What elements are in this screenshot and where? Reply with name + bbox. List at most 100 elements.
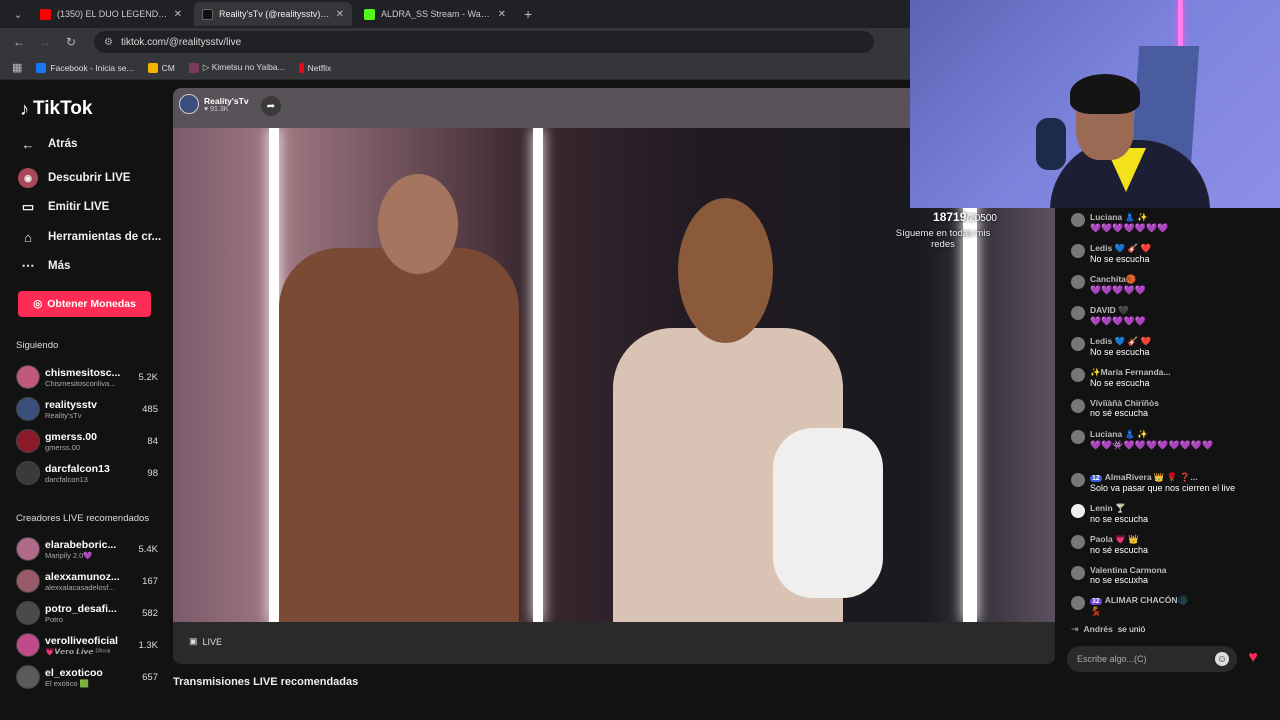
bookmark-facebook[interactable]: Facebook - Inicia se... <box>36 62 134 73</box>
sidebar-item-label: Herramientas de cr... <box>48 231 162 243</box>
chat-message: 32 ALIMAR CHACÓN🌑 💃 <box>1071 595 1267 617</box>
chat-avatar <box>1071 596 1085 610</box>
chat-user[interactable]: Vïviïàñà Chïrïñòs <box>1090 398 1159 408</box>
recommended-item[interactable]: el_exoticoo El exótico 🟩 657 <box>16 663 158 691</box>
coin-icon: ◎ <box>33 298 43 310</box>
following-item[interactable]: realitysstv Reality'sTv 485 <box>16 395 158 423</box>
chat-text: 💜💜💜💜💜💜💜 <box>1090 223 1169 233</box>
back-arrow-icon[interactable]: ← <box>12 35 26 49</box>
account-name: realitysstv <box>45 398 97 411</box>
site-info-icon[interactable]: ⚙ <box>104 37 113 48</box>
tiktok-logo[interactable]: ♪ TikTok <box>20 98 92 120</box>
bookmark-netflix[interactable]: Netflix <box>298 62 332 73</box>
get-coins-button[interactable]: ◎ Obtener Monedas <box>18 291 151 317</box>
joined-user[interactable]: Andrés <box>1084 624 1113 635</box>
browser-tab[interactable]: ALDRA_SS Stream - Watch Live ✕ <box>356 2 514 26</box>
youtube-icon <box>40 8 51 20</box>
recommended-item[interactable]: potro_desafi... Potro 582 <box>16 599 158 627</box>
chat-avatar <box>1071 368 1085 382</box>
chat-message: ✨María Fernanda... No se escucha <box>1071 367 1267 388</box>
recommended-item[interactable]: alexxamunoz... alexxalacasadelosf... 167 <box>16 567 158 595</box>
chat-user[interactable]: Lenin 🍸 <box>1090 503 1148 514</box>
chat-avatar <box>1071 504 1085 518</box>
avatar <box>16 537 40 561</box>
apps-grid-icon[interactable]: ▦ <box>12 61 22 74</box>
live-label: LIVE <box>202 636 223 647</box>
chat-user[interactable]: 12 AlmaRivera 👑 🌹 ❓... <box>1090 472 1235 483</box>
chat-user[interactable]: 32 ALIMAR CHACÓN🌑 <box>1090 595 1188 606</box>
following-title: Siguiendo <box>16 340 59 351</box>
tab-search-icon[interactable]: ⌄ <box>8 4 28 24</box>
close-icon[interactable]: ✕ <box>174 9 182 20</box>
avatar <box>16 601 40 625</box>
chat-avatar <box>1071 535 1085 549</box>
sidebar-item-discover-live[interactable]: ◉ Descubrir LIVE <box>18 168 130 188</box>
avatar <box>16 569 40 593</box>
account-nickname: gmerss.00 <box>45 442 81 452</box>
browser-tab[interactable]: (1350) EL DUO LEGENDARIO D ✕ <box>32 2 190 26</box>
chat-user[interactable]: Valentina Carmona <box>1090 565 1167 575</box>
host-info[interactable]: Reality'sTv ♥ 91.3K <box>179 94 249 114</box>
viewer-count: 5.2K <box>138 371 158 383</box>
browser-tab-active[interactable]: Reality'sTv (@realitysstv) está LI ✕ <box>194 2 352 26</box>
join-notice: ⇥ Andrés se unió <box>1071 624 1267 635</box>
chat-user[interactable]: ✨María Fernanda... <box>1090 367 1171 378</box>
chat-text: No se escucha <box>1090 254 1150 264</box>
bookmark-kimetsu[interactable]: ▷ Kimetsu no Yaiba... <box>188 62 285 73</box>
recommended-item[interactable]: verolliveoficial 💗𝙑𝙚𝙧𝙤 𝙇𝙞𝙫𝙚 ᴼᶠⁱᶜⁱᵃˡ 1.3K <box>16 631 158 659</box>
chat-text: 💜💜💜💜💜 <box>1090 316 1147 326</box>
following-item[interactable]: gmerss.00 gmerss.00 84 <box>16 427 158 455</box>
tab-title: ALDRA_SS Stream - Watch Live <box>381 9 492 19</box>
man-figure <box>279 248 519 622</box>
chat-user[interactable]: Ledis 💙 🎸 ❤️ <box>1090 243 1151 254</box>
viewer-count: 657 <box>142 671 158 683</box>
sidebar-item-more[interactable]: ⋯ Más <box>18 256 71 276</box>
chat-user[interactable]: Ledis 💙 🎸 ❤️ <box>1090 336 1151 347</box>
viewer-count: 1.3K <box>138 639 158 651</box>
account-name: gmerss.00 <box>45 430 97 443</box>
bookmark-label: CM <box>161 62 175 73</box>
url-field[interactable]: ⚙ tiktok.com/@realitysstv/live <box>94 31 874 53</box>
sidebar-item-creator-tools[interactable]: ⌂ Herramientas de cr... <box>18 227 161 247</box>
streamer-hair <box>1070 74 1140 114</box>
chat-user[interactable]: Luciana 👗 ✨ <box>1090 429 1213 440</box>
chat-message: Ledis 💙 🎸 ❤️ No se escucha <box>1071 336 1267 357</box>
get-coins-label: Obtener Monedas <box>47 298 136 310</box>
chat-input[interactable]: Escribe algo...(C) ☺ <box>1067 646 1237 672</box>
recommended-item[interactable]: elarabeboric... Maripily 2.0💜 5.4K <box>16 535 158 563</box>
account-nickname: El exótico 🟩 <box>45 678 89 688</box>
reload-icon[interactable]: ↻ <box>64 35 78 49</box>
viewer-count: 582 <box>142 607 158 619</box>
chat-user[interactable]: Luciana 👗 ✨ <box>1090 212 1168 223</box>
close-icon[interactable]: ✕ <box>498 9 506 20</box>
chat-avatar <box>1071 244 1085 258</box>
share-icon[interactable]: ➦ <box>261 96 281 116</box>
following-item[interactable]: darcfalcon13 darcfalcon13 98 <box>16 459 158 487</box>
chat-user[interactable]: DAVID 🖤 <box>1090 305 1146 316</box>
chat-user[interactable]: Canchita🏀 <box>1090 274 1146 285</box>
recommended-streams-title: Transmisiones LIVE recomendadas <box>173 676 359 688</box>
score-goal: /20500 <box>966 213 997 224</box>
like-heart-button[interactable]: ♥ <box>1243 648 1263 668</box>
emoji-icon[interactable]: ☺ <box>1215 652 1229 666</box>
sidebar-item-go-live[interactable]: ▭ Emitir LIVE <box>18 197 110 217</box>
bookmark-cm[interactable]: CM <box>147 62 175 73</box>
cm-icon <box>147 62 158 73</box>
forward-arrow-icon[interactable]: → <box>38 35 52 49</box>
live-chat: Luciana 👗 ✨ 💜💜💜💜💜💜💜 Ledis 💙 🎸 ❤️ No se esc… <box>1063 208 1271 638</box>
man-head <box>378 174 458 274</box>
chat-message: Luciana 👗 ✨ 💜💜💜💜💜💜💜 <box>1071 212 1267 234</box>
tiktok-note-icon: ♪ <box>20 98 29 119</box>
new-tab-plus-icon[interactable]: + <box>518 6 538 22</box>
address-bar-row: ← → ↻ ⚙ tiktok.com/@realitysstv/live <box>0 28 910 56</box>
chat-text: 💜💜💜💜💜 <box>1090 285 1147 295</box>
chat-user[interactable]: Paola 💗 👑 <box>1090 534 1148 545</box>
viewer-count: 98 <box>147 467 158 479</box>
sidebar-item-back[interactable]: ← Atrás <box>18 134 78 154</box>
webcam-overlay <box>910 0 1280 208</box>
live-icon: ▣ <box>189 636 198 646</box>
facebook-icon <box>36 62 47 73</box>
bookmark-label: Netflix <box>307 62 332 73</box>
following-item[interactable]: chismesitosc... Chismesitosconliva... 5.2… <box>16 363 158 391</box>
close-icon[interactable]: ✕ <box>336 9 344 20</box>
